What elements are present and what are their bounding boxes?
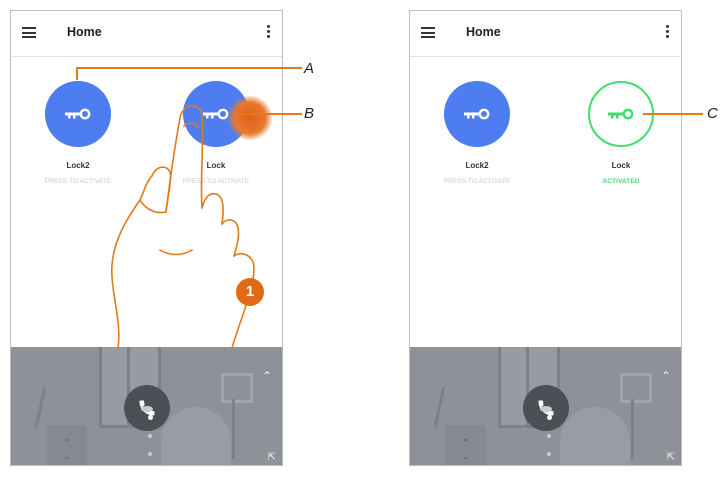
lock-status: ACTIVATED (602, 178, 640, 185)
callout-c-leader (643, 113, 703, 115)
chevron-up-icon[interactable]: ⌃ (262, 369, 272, 383)
phone-screen-after: Home Lock2 PRESS TO ACTIVATE Lock ACTIVA… (409, 10, 682, 466)
key-icon (608, 108, 634, 120)
callout-a-leader-vertical (76, 67, 78, 80)
lock2-button[interactable] (444, 81, 510, 147)
callout-b-leader (236, 113, 302, 115)
app-bar: Home (410, 11, 681, 57)
callout-b-label: B (304, 105, 315, 122)
key-icon (65, 108, 91, 120)
lock-label: Lock (611, 161, 631, 170)
chevron-up-icon[interactable]: ⌃ (661, 369, 671, 383)
page-title: Home (466, 25, 501, 39)
camera-preview[interactable]: ⌃ ⇱ (11, 347, 282, 465)
key-icon (464, 108, 490, 120)
callout-a-label: A (304, 60, 315, 77)
callout-a-leader (76, 67, 302, 69)
callout-c-label: C (707, 105, 718, 122)
tapping-hand (110, 104, 255, 349)
hamburger-menu-icon[interactable] (421, 27, 435, 38)
step-badge: 1 (236, 278, 264, 306)
app-bar: Home (11, 11, 282, 57)
camera-preview[interactable]: ⌃ ⇱ (410, 347, 681, 465)
page-title: Home (67, 25, 102, 39)
hamburger-menu-icon[interactable] (22, 27, 36, 38)
lock2-status: PRESS TO ACTIVATE (443, 178, 511, 185)
page-indicator (410, 406, 681, 461)
kebab-menu-icon[interactable] (666, 25, 670, 41)
lock2-label: Lock2 (465, 161, 489, 170)
page-indicator (11, 406, 282, 461)
kebab-menu-icon[interactable] (267, 25, 271, 41)
